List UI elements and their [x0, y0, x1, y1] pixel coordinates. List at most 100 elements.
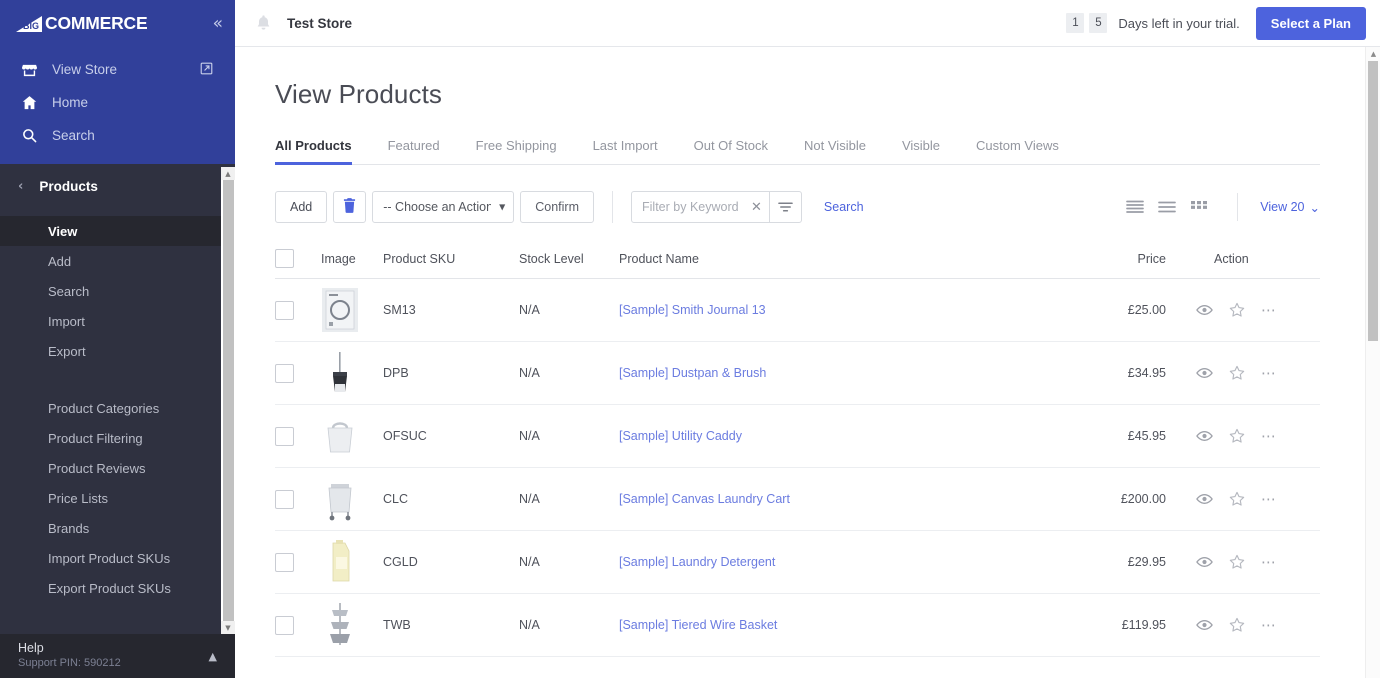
grid-view-icon[interactable]: [1183, 193, 1215, 221]
product-name-link[interactable]: [Sample] Dustpan & Brush: [619, 366, 766, 380]
preview-eye-icon[interactable]: [1196, 304, 1213, 316]
tab-not-visible[interactable]: Not Visible: [786, 138, 884, 164]
sidebar-item-product-categories[interactable]: Product Categories: [0, 393, 235, 423]
tab-all-products[interactable]: All Products: [275, 138, 370, 165]
sidebar-item-label: Search: [52, 128, 95, 143]
sidebar-item-price-lists[interactable]: Price Lists: [0, 483, 235, 513]
table-row[interactable]: TWB N/A [Sample] Tiered Wire Basket £119…: [275, 594, 1320, 657]
main-scrollbar-thumb[interactable]: [1368, 61, 1378, 341]
more-actions-icon[interactable]: ⋯: [1261, 302, 1278, 318]
sidebar-item-export-product-skus[interactable]: Export Product SKUs: [0, 573, 235, 603]
tab-last-import[interactable]: Last Import: [575, 138, 676, 164]
external-link-icon[interactable]: [200, 62, 213, 78]
row-checkbox[interactable]: [275, 300, 294, 320]
row-checkbox[interactable]: [275, 489, 294, 509]
delete-button[interactable]: [333, 191, 367, 223]
chevron-left-icon[interactable]: ‹: [18, 180, 23, 193]
preview-eye-icon[interactable]: [1196, 556, 1213, 568]
sidebar-scrollbar-thumb[interactable]: [223, 180, 234, 621]
confirm-button[interactable]: Confirm: [520, 191, 595, 223]
sidebar-item-export[interactable]: Export: [0, 336, 235, 366]
svg-text:BIG: BIG: [23, 21, 39, 31]
column-header-sku: Product SKU: [383, 251, 456, 266]
sidebar-item-add[interactable]: Add: [0, 246, 235, 276]
filter-icon[interactable]: [768, 192, 801, 222]
sidebar-item-view-store[interactable]: View Store: [0, 53, 235, 86]
filter-keyword-input[interactable]: [632, 192, 745, 222]
table-row[interactable]: [275, 657, 1320, 678]
table-row[interactable]: CLC N/A [Sample] Canvas Laundry Cart £20…: [275, 468, 1320, 531]
tab-custom-views[interactable]: Custom Views: [958, 138, 1077, 164]
tab-label: All Products: [275, 138, 352, 153]
sidebar-item-import[interactable]: Import: [0, 306, 235, 336]
cell-price: £200.00: [1120, 492, 1166, 506]
select-all-checkbox[interactable]: [275, 249, 294, 268]
row-checkbox[interactable]: [275, 552, 294, 572]
cell-sku: CLC: [383, 492, 409, 506]
favorite-star-icon[interactable]: [1229, 365, 1245, 381]
trial-days-digit-2: 5: [1089, 13, 1108, 33]
sidebar-item-search[interactable]: Search: [0, 119, 235, 152]
view-count-dropdown[interactable]: View 20 ⌄: [1237, 193, 1320, 221]
sidebar-item-product-reviews[interactable]: Product Reviews: [0, 453, 235, 483]
product-name-link[interactable]: [Sample] Smith Journal 13: [619, 303, 766, 317]
list-view-icon[interactable]: [1119, 193, 1151, 221]
tab-featured[interactable]: Featured: [370, 138, 458, 164]
row-checkbox[interactable]: [275, 363, 294, 383]
sidebar-item-view[interactable]: View: [0, 216, 235, 246]
more-actions-icon[interactable]: ⋯: [1261, 365, 1278, 381]
more-actions-icon[interactable]: ⋯: [1261, 554, 1278, 570]
select-a-plan-button[interactable]: Select a Plan: [1255, 6, 1366, 40]
chevrons-left-icon[interactable]: «: [213, 15, 223, 32]
sidebar-section-header-products[interactable]: ‹ Products: [0, 164, 235, 208]
row-checkbox[interactable]: [275, 426, 294, 446]
favorite-star-icon[interactable]: [1229, 302, 1245, 318]
favorite-star-icon[interactable]: [1229, 428, 1245, 444]
more-actions-icon[interactable]: ⋯: [1261, 491, 1278, 507]
search-link[interactable]: Search: [824, 200, 864, 214]
favorite-star-icon[interactable]: [1229, 617, 1245, 633]
favorite-star-icon[interactable]: [1229, 554, 1245, 570]
tab-out-of-stock[interactable]: Out Of Stock: [676, 138, 786, 164]
bigcommerce-logo[interactable]: BIG COMMERCE: [14, 13, 148, 34]
sidebar-item-product-filtering[interactable]: Product Filtering: [0, 423, 235, 453]
sidebar-item-import-product-skus[interactable]: Import Product SKUs: [0, 543, 235, 573]
sidebar-products-list: View Add Search Import Export Product Ca…: [0, 208, 235, 603]
more-actions-icon[interactable]: ⋯: [1261, 617, 1278, 633]
preview-eye-icon[interactable]: [1196, 430, 1213, 442]
product-name-link[interactable]: [Sample] Laundry Detergent: [619, 555, 775, 569]
sidebar-item-brands[interactable]: Brands: [0, 513, 235, 543]
add-button[interactable]: Add: [275, 191, 328, 223]
tab-free-shipping[interactable]: Free Shipping: [458, 138, 575, 164]
preview-eye-icon[interactable]: [1196, 619, 1213, 631]
table-row[interactable]: SM13 N/A [Sample] Smith Journal 13 £25.0…: [275, 279, 1320, 342]
sidebar-help-panel[interactable]: Help Support PIN: 590212 ▲: [0, 634, 235, 678]
scroll-up-arrow-icon[interactable]: ▲: [221, 167, 235, 180]
tab-visible[interactable]: Visible: [884, 138, 958, 164]
sidebar-brand-row: BIG COMMERCE «: [0, 0, 235, 47]
sidebar-scrollbar[interactable]: ▲ ▼: [221, 167, 235, 634]
more-actions-icon[interactable]: ⋯: [1261, 428, 1278, 444]
cell-price: £25.00: [1127, 303, 1166, 317]
table-row[interactable]: OFSUC N/A [Sample] Utility Caddy £45.95 …: [275, 405, 1320, 468]
scroll-up-arrow-icon[interactable]: ▲: [1366, 47, 1380, 61]
chevron-up-icon[interactable]: ▲: [209, 650, 217, 663]
row-checkbox[interactable]: [275, 615, 294, 635]
choose-action-select[interactable]: -- Choose an Action --: [372, 191, 515, 223]
product-name-link[interactable]: [Sample] Utility Caddy: [619, 429, 742, 443]
scroll-down-arrow-icon[interactable]: ▼: [221, 621, 235, 634]
product-name-link[interactable]: [Sample] Canvas Laundry Cart: [619, 492, 790, 506]
table-row[interactable]: DPB N/A [Sample] Dustpan & Brush £34.95 …: [275, 342, 1320, 405]
bell-icon[interactable]: [247, 14, 279, 33]
preview-eye-icon[interactable]: [1196, 493, 1213, 505]
table-row[interactable]: CGLD N/A [Sample] Laundry Detergent £29.…: [275, 531, 1320, 594]
sidebar-item-search-products[interactable]: Search: [0, 276, 235, 306]
product-name-link[interactable]: [Sample] Tiered Wire Basket: [619, 618, 777, 632]
column-header-stock: Stock Level: [519, 251, 584, 266]
comfortable-view-icon[interactable]: [1151, 193, 1183, 221]
preview-eye-icon[interactable]: [1196, 367, 1213, 379]
main-scrollbar[interactable]: ▲: [1365, 47, 1380, 678]
close-icon[interactable]: ✕: [744, 200, 769, 215]
favorite-star-icon[interactable]: [1229, 491, 1245, 507]
sidebar-item-home[interactable]: Home: [0, 86, 235, 119]
